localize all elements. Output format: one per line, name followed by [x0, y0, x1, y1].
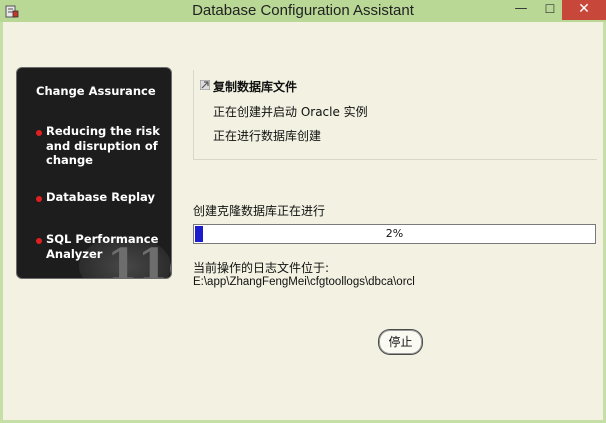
progress-label: 创建克隆数据库正在进行 — [193, 204, 326, 218]
red-bullet-icon — [36, 130, 42, 136]
progress-bar: 2% — [193, 224, 596, 244]
progress-percent: 2% — [385, 227, 404, 240]
maximize-button[interactable]: ☐ — [537, 0, 563, 20]
panel-heading: Change Assurance — [36, 84, 156, 98]
panel-item-database-replay: Database Replay — [46, 190, 155, 204]
sub-step: 正在进行数据库创建 — [213, 129, 322, 143]
sub-step: 正在创建并启动 Oracle 实例 — [213, 105, 368, 119]
title-bar: Database Configuration Assistant — ☐ ✕ — [0, 0, 606, 22]
minimize-button[interactable]: — — [508, 0, 534, 20]
red-bullet-icon — [36, 196, 42, 202]
close-button[interactable]: ✕ — [562, 0, 606, 20]
panel-item-sql-performance-analyzer: SQL Performance Analyzer — [46, 232, 159, 261]
log-file-path: E:\app\ZhangFengMei\cfgtoollogs\dbca\orc… — [193, 276, 415, 288]
steps-box: 复制数据库文件 正在创建并启动 Oracle 实例 正在进行数据库创建 — [193, 70, 597, 160]
wizard-body: 11g Change Assurance Reducing the risk a… — [3, 22, 603, 420]
stop-button[interactable]: 停止 — [378, 329, 423, 355]
log-file-label: 当前操作的日志文件位于: — [193, 261, 330, 275]
panel-item-reducing-risk: Reducing the risk and disruption of chan… — [46, 124, 160, 167]
change-assurance-panel: 11g Change Assurance Reducing the risk a… — [16, 67, 172, 279]
arrow-step-icon — [200, 80, 210, 90]
current-step: 复制数据库文件 — [213, 80, 298, 94]
red-bullet-icon — [36, 238, 42, 244]
